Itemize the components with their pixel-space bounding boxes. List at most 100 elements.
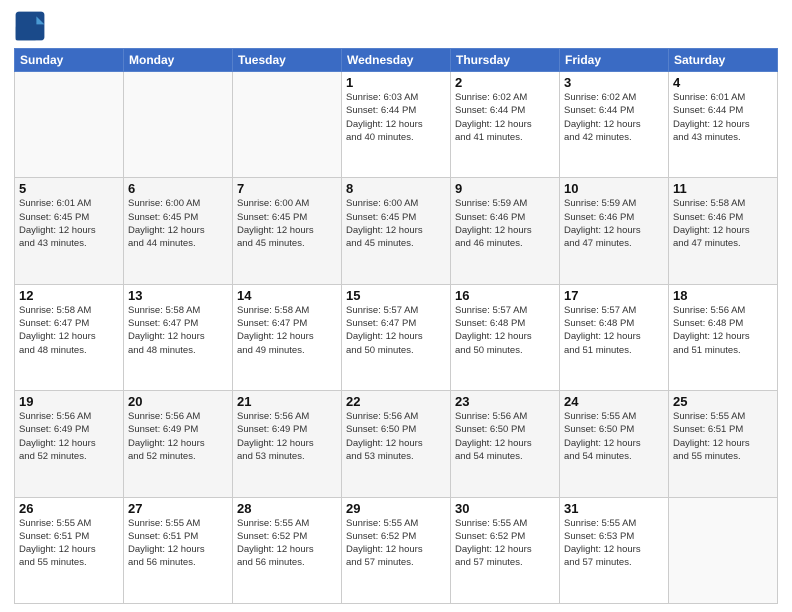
day-number: 1 [346,75,446,90]
day-number: 20 [128,394,228,409]
day-number: 23 [455,394,555,409]
day-number: 25 [673,394,773,409]
day-number: 30 [455,501,555,516]
day-info: Sunrise: 5:56 AM Sunset: 6:48 PM Dayligh… [673,304,773,357]
day-info: Sunrise: 5:58 AM Sunset: 6:47 PM Dayligh… [19,304,119,357]
day-info: Sunrise: 6:00 AM Sunset: 6:45 PM Dayligh… [237,197,337,250]
day-number: 9 [455,181,555,196]
calendar-cell: 23Sunrise: 5:56 AM Sunset: 6:50 PM Dayli… [451,391,560,497]
day-info: Sunrise: 6:02 AM Sunset: 6:44 PM Dayligh… [564,91,664,144]
day-number: 31 [564,501,664,516]
day-number: 18 [673,288,773,303]
logo [14,10,49,42]
calendar-row: 1Sunrise: 6:03 AM Sunset: 6:44 PM Daylig… [15,72,778,178]
day-info: Sunrise: 5:57 AM Sunset: 6:48 PM Dayligh… [455,304,555,357]
calendar-cell: 5Sunrise: 6:01 AM Sunset: 6:45 PM Daylig… [15,178,124,284]
calendar-cell: 3Sunrise: 6:02 AM Sunset: 6:44 PM Daylig… [560,72,669,178]
calendar-cell: 29Sunrise: 5:55 AM Sunset: 6:52 PM Dayli… [342,497,451,603]
day-number: 6 [128,181,228,196]
calendar-cell: 12Sunrise: 5:58 AM Sunset: 6:47 PM Dayli… [15,284,124,390]
calendar-row: 19Sunrise: 5:56 AM Sunset: 6:49 PM Dayli… [15,391,778,497]
calendar-cell: 13Sunrise: 5:58 AM Sunset: 6:47 PM Dayli… [124,284,233,390]
calendar-cell: 26Sunrise: 5:55 AM Sunset: 6:51 PM Dayli… [15,497,124,603]
day-number: 19 [19,394,119,409]
day-info: Sunrise: 5:55 AM Sunset: 6:51 PM Dayligh… [19,517,119,570]
weekday-header-tuesday: Tuesday [233,49,342,72]
calendar-cell: 20Sunrise: 5:56 AM Sunset: 6:49 PM Dayli… [124,391,233,497]
calendar-cell: 30Sunrise: 5:55 AM Sunset: 6:52 PM Dayli… [451,497,560,603]
day-number: 14 [237,288,337,303]
header [14,10,778,42]
day-info: Sunrise: 5:55 AM Sunset: 6:52 PM Dayligh… [455,517,555,570]
day-number: 5 [19,181,119,196]
calendar: SundayMondayTuesdayWednesdayThursdayFrid… [14,48,778,604]
day-number: 3 [564,75,664,90]
weekday-header-row: SundayMondayTuesdayWednesdayThursdayFrid… [15,49,778,72]
day-number: 27 [128,501,228,516]
calendar-cell [15,72,124,178]
day-number: 28 [237,501,337,516]
day-info: Sunrise: 5:59 AM Sunset: 6:46 PM Dayligh… [455,197,555,250]
day-number: 24 [564,394,664,409]
day-info: Sunrise: 5:55 AM Sunset: 6:51 PM Dayligh… [673,410,773,463]
calendar-cell: 31Sunrise: 5:55 AM Sunset: 6:53 PM Dayli… [560,497,669,603]
calendar-row: 26Sunrise: 5:55 AM Sunset: 6:51 PM Dayli… [15,497,778,603]
day-info: Sunrise: 5:57 AM Sunset: 6:47 PM Dayligh… [346,304,446,357]
day-number: 22 [346,394,446,409]
calendar-cell: 14Sunrise: 5:58 AM Sunset: 6:47 PM Dayli… [233,284,342,390]
calendar-cell: 22Sunrise: 5:56 AM Sunset: 6:50 PM Dayli… [342,391,451,497]
calendar-cell: 10Sunrise: 5:59 AM Sunset: 6:46 PM Dayli… [560,178,669,284]
calendar-cell: 8Sunrise: 6:00 AM Sunset: 6:45 PM Daylig… [342,178,451,284]
day-number: 10 [564,181,664,196]
day-info: Sunrise: 5:58 AM Sunset: 6:47 PM Dayligh… [128,304,228,357]
day-number: 7 [237,181,337,196]
calendar-cell [233,72,342,178]
calendar-cell [669,497,778,603]
day-number: 4 [673,75,773,90]
day-info: Sunrise: 5:58 AM Sunset: 6:46 PM Dayligh… [673,197,773,250]
day-number: 21 [237,394,337,409]
calendar-cell: 21Sunrise: 5:56 AM Sunset: 6:49 PM Dayli… [233,391,342,497]
day-info: Sunrise: 5:55 AM Sunset: 6:53 PM Dayligh… [564,517,664,570]
day-info: Sunrise: 6:02 AM Sunset: 6:44 PM Dayligh… [455,91,555,144]
day-info: Sunrise: 5:55 AM Sunset: 6:52 PM Dayligh… [237,517,337,570]
day-number: 29 [346,501,446,516]
calendar-row: 5Sunrise: 6:01 AM Sunset: 6:45 PM Daylig… [15,178,778,284]
page: SundayMondayTuesdayWednesdayThursdayFrid… [0,0,792,612]
calendar-row: 12Sunrise: 5:58 AM Sunset: 6:47 PM Dayli… [15,284,778,390]
day-number: 13 [128,288,228,303]
day-info: Sunrise: 5:56 AM Sunset: 6:49 PM Dayligh… [128,410,228,463]
weekday-header-saturday: Saturday [669,49,778,72]
day-info: Sunrise: 5:56 AM Sunset: 6:49 PM Dayligh… [19,410,119,463]
day-number: 12 [19,288,119,303]
day-info: Sunrise: 6:03 AM Sunset: 6:44 PM Dayligh… [346,91,446,144]
weekday-header-wednesday: Wednesday [342,49,451,72]
calendar-cell: 9Sunrise: 5:59 AM Sunset: 6:46 PM Daylig… [451,178,560,284]
day-info: Sunrise: 5:55 AM Sunset: 6:51 PM Dayligh… [128,517,228,570]
weekday-header-monday: Monday [124,49,233,72]
calendar-cell: 4Sunrise: 6:01 AM Sunset: 6:44 PM Daylig… [669,72,778,178]
weekday-header-friday: Friday [560,49,669,72]
day-info: Sunrise: 5:56 AM Sunset: 6:50 PM Dayligh… [455,410,555,463]
day-number: 16 [455,288,555,303]
calendar-cell: 15Sunrise: 5:57 AM Sunset: 6:47 PM Dayli… [342,284,451,390]
day-number: 15 [346,288,446,303]
day-number: 2 [455,75,555,90]
calendar-cell [124,72,233,178]
calendar-cell: 18Sunrise: 5:56 AM Sunset: 6:48 PM Dayli… [669,284,778,390]
calendar-cell: 2Sunrise: 6:02 AM Sunset: 6:44 PM Daylig… [451,72,560,178]
day-info: Sunrise: 5:59 AM Sunset: 6:46 PM Dayligh… [564,197,664,250]
calendar-cell: 11Sunrise: 5:58 AM Sunset: 6:46 PM Dayli… [669,178,778,284]
day-info: Sunrise: 6:01 AM Sunset: 6:45 PM Dayligh… [19,197,119,250]
day-info: Sunrise: 5:55 AM Sunset: 6:52 PM Dayligh… [346,517,446,570]
calendar-cell: 17Sunrise: 5:57 AM Sunset: 6:48 PM Dayli… [560,284,669,390]
calendar-cell: 1Sunrise: 6:03 AM Sunset: 6:44 PM Daylig… [342,72,451,178]
day-info: Sunrise: 5:56 AM Sunset: 6:49 PM Dayligh… [237,410,337,463]
day-number: 8 [346,181,446,196]
day-number: 11 [673,181,773,196]
calendar-cell: 24Sunrise: 5:55 AM Sunset: 6:50 PM Dayli… [560,391,669,497]
day-info: Sunrise: 5:56 AM Sunset: 6:50 PM Dayligh… [346,410,446,463]
weekday-header-thursday: Thursday [451,49,560,72]
logo-icon [14,10,46,42]
day-info: Sunrise: 5:55 AM Sunset: 6:50 PM Dayligh… [564,410,664,463]
